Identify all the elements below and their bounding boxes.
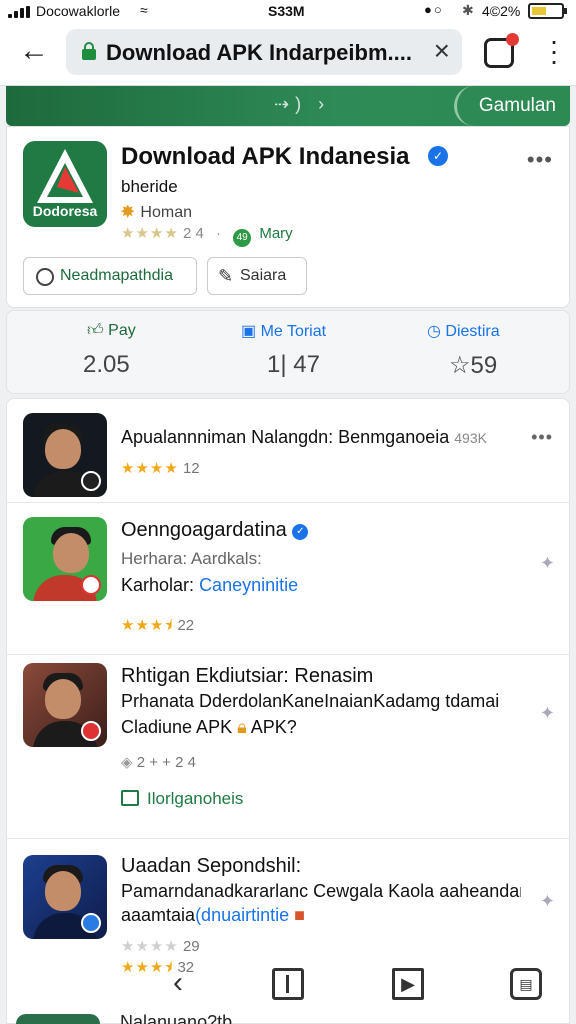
arrow-icons: ⇢) › [274,94,331,114]
sparkle-icon[interactable]: ✦ [540,891,555,912]
list-item[interactable]: Oenngoagardatina ✓ Herhara: Aardkals: Ka… [7,503,569,655]
rating-value: 2 4 [182,225,204,242]
developer-name[interactable]: bheride [121,177,178,197]
install-icon [121,790,139,806]
stat-label: ◷ Diestira [427,323,500,340]
verified-icon: ✓ [292,524,309,540]
list-item[interactable]: Rhtigan Ekdiutsiar: Renasim Prhanata Dde… [7,655,569,839]
item-title: Rhtigan Ekdiutsiar: Renasim [121,665,374,687]
sparkle-icon[interactable]: ✦ [540,703,555,724]
stars-icon: ★★★★ [121,460,179,477]
stars-icon: ★★★★ [121,938,179,955]
stars-icon: ★★★★ [121,225,179,242]
install-link[interactable]: Ilorlganoheis [121,789,243,809]
stat-diestira[interactable]: ◷ Diestira ☆59 [383,311,571,395]
item-thumbnail-peek [16,1014,100,1024]
share-icon: ✎ [218,266,234,286]
item-thumbnail [23,517,107,601]
item-subtitle: Prhanata DderdolanKaneInaianKadamg tdama… [121,691,500,711]
category-label: ✸ Homan [121,204,192,221]
list-item[interactable]: Apualannniman Nalangdn: Benmganoeia 493K… [7,399,569,503]
wifi-icon: ≈ [140,2,148,18]
item-thumbnail [23,663,107,747]
stars-icon: ★★★⯨ [121,617,174,634]
stat-value: ☆59 [449,352,498,379]
stats-bar: 👍︎ Pay 2.05 ▣ Me Toriat 1| 47 ◷ Diestira… [6,310,570,394]
bottom-nav: ‹ ▶ ▤ [140,966,560,1010]
app-logo[interactable]: Dodoresa [23,141,107,227]
item-thumbnail [23,855,107,939]
promo-banner: ⇢) › Gamulan [6,86,570,126]
item-rating: ★★★⯨ 22 [121,617,195,634]
signal-icon [8,6,30,18]
rating-row: ★★★★ 2 4 · 49 Mary [121,224,293,247]
url-text[interactable]: Download APK Indarpeibm.... [106,40,422,66]
bluetooth-icon: ✱ [462,2,474,18]
stat-pay[interactable]: 👍︎ Pay 2.05 [7,311,195,395]
item-meta: ◈ 2 + + 2 4 [121,754,196,771]
age-badge: 49 [233,229,252,247]
more-horiz-icon[interactable]: ••• [531,427,553,448]
more-horiz-icon[interactable]: ••• [527,147,553,173]
nav-tabs-icon[interactable]: ▤ [510,968,542,1000]
app-list: Apualannniman Nalangdn: Benmganoeia 493K… [6,398,570,1024]
item-title: Uaadan Sepondshil: [121,855,302,877]
carrier-name: Docowaklorle [36,3,121,19]
item-rating-secondary: ★★★★ 29 [121,938,200,955]
close-icon[interactable]: × [434,35,450,67]
browser-toolbar: ← Download APK Indarpeibm.... × · · · [0,22,576,86]
address-bar[interactable]: Download APK Indarpeibm.... × [66,29,462,75]
item-title: Oenngoagardatina ✓ [121,519,531,542]
item-title: Apualannniman Nalangdn: Benmganoeia 493K [121,427,487,447]
more-vert-icon[interactable]: · · · [544,27,564,75]
stat-label: ▣ Me Toriat [241,323,327,340]
separator: · [216,225,221,242]
stat-toriat[interactable]: ▣ Me Toriat 1| 47 [195,311,383,395]
nav-play-icon[interactable]: ▶ [392,968,424,1000]
nav-back-icon[interactable]: ‹ [162,968,194,1000]
primary-action-button[interactable]: Neadmapathdia [23,257,197,295]
sparkle-icon[interactable]: ✦ [540,553,555,574]
sun-icon: ✸ [121,204,135,221]
gamepad-icon: ◈ [121,754,133,771]
battery-percent: 4©2% [482,3,521,19]
clock: S33M [268,3,305,19]
stat-value: 2.05 [83,351,130,378]
item-description: aaamtaia(dnuairtintie ■ [121,905,306,925]
back-arrow-icon[interactable]: ← [14,36,54,70]
app-title: Download APK Indanesia [121,143,410,170]
battery-icon [528,3,567,19]
item-description: Karholar: Caneyninitie [121,575,299,595]
item-subtitle: Pamarndanadkararlanc Cewgala Kaola aahea… [121,881,521,901]
banner-link[interactable]: Gamulan [479,95,556,117]
item-description: Cladiune APK 🔒︎ APK? [121,717,297,737]
status-icons: ●○ [424,2,444,17]
item-title-peek: Nalanuano?tb [120,1012,233,1024]
item-subtitle: Herhara: Aardkals: [121,549,262,568]
tabs-button[interactable] [484,33,519,68]
logo-triangle-icon [37,149,93,203]
verified-icon: ✓ [428,146,448,166]
stat-value: 1| 47 [267,351,320,378]
notification-badge [506,33,519,46]
item-rating: ★★★★ 12 [121,460,200,477]
logo-text: Dodoresa [32,203,98,219]
share-button[interactable]: ✎ Saiara [207,257,307,295]
item-thumbnail [23,413,107,497]
nav-home-icon[interactable] [272,968,304,1000]
badge-label: Mary [259,225,293,242]
stat-label: 👍︎ Pay [87,322,136,339]
lock-icon [82,42,96,60]
status-bar: Docowaklorle ≈ S33M ●○ ✱ 4©2% [0,0,576,22]
app-header-card: Dodoresa Download APK Indanesia ✓ ••• bh… [6,126,570,308]
